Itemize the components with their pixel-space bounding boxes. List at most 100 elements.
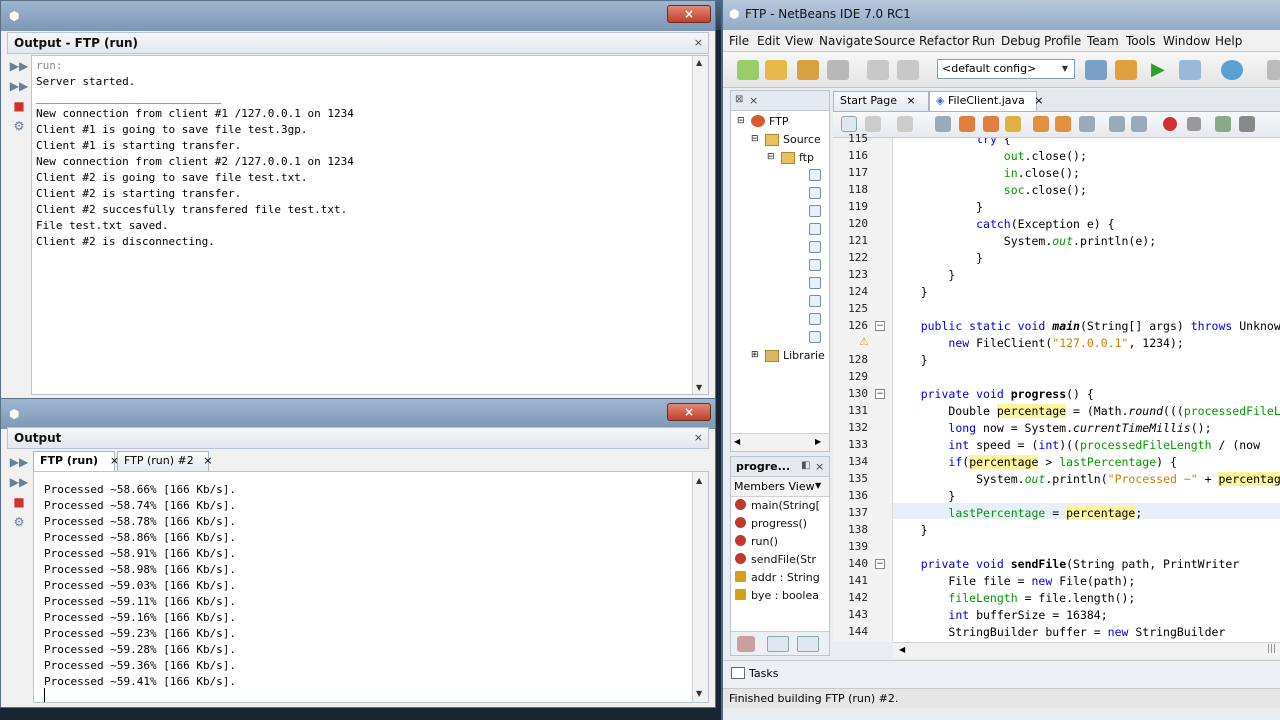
new-file-icon[interactable] <box>737 60 759 80</box>
chevron-down-icon[interactable]: ▼ <box>1058 62 1072 76</box>
build-icon[interactable] <box>1085 60 1107 80</box>
java-file-icon[interactable] <box>809 187 821 199</box>
source-packages-node[interactable]: Source <box>783 133 821 146</box>
menu-source[interactable]: Source <box>874 34 915 48</box>
libraries-node[interactable]: Librarie <box>783 349 825 362</box>
redo-icon[interactable] <box>897 60 919 80</box>
menu-edit[interactable]: Edit <box>757 34 780 48</box>
scroll-down-arrow-icon[interactable]: ▼ <box>696 383 702 392</box>
tasks-tab[interactable]: Tasks <box>749 667 778 680</box>
stop-icon[interactable]: ■ <box>9 97 29 115</box>
fold-toggle-icon[interactable]: − <box>875 559 885 569</box>
member-item[interactable]: run() <box>735 535 778 548</box>
minimize-icon[interactable]: ⊠ <box>735 94 743 105</box>
project-root[interactable]: FTP <box>769 115 789 128</box>
menu-view[interactable]: View <box>785 34 813 48</box>
config-select[interactable]: <default config> ▼ <box>937 59 1075 79</box>
scroll-down-arrow-icon[interactable]: ▼ <box>696 689 702 698</box>
chevron-down-icon[interactable]: ▼ <box>815 481 821 490</box>
warning-hint-icon[interactable]: ⚠ <box>859 335 869 348</box>
rerun-with-params-icon[interactable]: ▶▶ <box>9 77 29 95</box>
history-icon[interactable] <box>841 116 857 132</box>
tab-close-icon[interactable]: × <box>203 454 212 467</box>
horizontal-scrollbar[interactable]: ◀ ▶ <box>731 433 829 451</box>
menu-navigate[interactable]: Navigate <box>819 34 873 48</box>
menu-tools[interactable]: Tools <box>1126 34 1156 48</box>
scroll-left-arrow-icon[interactable]: ◀ <box>899 645 905 654</box>
panel-close-icon[interactable]: × <box>694 36 703 49</box>
java-file-icon[interactable] <box>809 331 821 343</box>
back-icon[interactable] <box>865 116 881 132</box>
java-file-icon[interactable] <box>809 223 821 235</box>
menu-refactor[interactable]: Refactor <box>919 34 969 48</box>
scroll-up-arrow-icon[interactable]: ▲ <box>696 476 702 485</box>
tab-close-icon[interactable]: × <box>907 94 916 107</box>
clean-build-icon[interactable] <box>1115 60 1137 80</box>
scroll-up-arrow-icon[interactable]: ▲ <box>696 58 702 67</box>
java-file-icon[interactable] <box>809 313 821 325</box>
member-item[interactable]: progress() <box>735 517 807 530</box>
tree-collapse-icon[interactable]: ⊟ <box>737 116 745 126</box>
member-item[interactable]: sendFile(Str <box>735 553 816 566</box>
shift-right-icon[interactable] <box>1131 116 1147 132</box>
menu-debug[interactable]: Debug <box>1001 34 1040 48</box>
minimize-icon[interactable]: ◧ <box>801 460 810 471</box>
vertical-scrollbar[interactable]: ▲ ▼ <box>692 56 708 394</box>
panel-close-icon[interactable]: × <box>815 460 824 473</box>
scroll-grip-icon[interactable]: ||| <box>1267 644 1276 654</box>
comment-icon[interactable] <box>1215 116 1231 132</box>
fold-toggle-icon[interactable]: − <box>875 321 885 331</box>
fold-toggle-icon[interactable]: − <box>875 389 885 399</box>
menu-window[interactable]: Window <box>1163 34 1210 48</box>
java-file-icon[interactable] <box>809 259 821 271</box>
package-node-ftp[interactable]: ftp <box>799 151 814 164</box>
settings-icon[interactable]: ⚙ <box>9 513 29 531</box>
output-console[interactable]: run: Server started. _____________________… <box>31 55 709 395</box>
profile-icon[interactable] <box>1221 60 1243 80</box>
find-icon[interactable] <box>935 116 951 132</box>
member-item[interactable]: main(String[ <box>735 499 820 512</box>
panel-close-icon[interactable]: × <box>694 431 703 444</box>
tab-start-page[interactable]: Start Page × <box>833 91 929 111</box>
filter-icon[interactable] <box>797 636 819 652</box>
java-file-icon[interactable] <box>809 295 821 307</box>
java-file-icon[interactable] <box>809 277 821 289</box>
filter-icon[interactable] <box>737 636 755 652</box>
code-area[interactable]: try { out.close(); in.close(); soc.close… <box>893 138 1280 642</box>
java-file-icon[interactable] <box>809 241 821 253</box>
shift-left-icon[interactable] <box>1109 116 1125 132</box>
rerun-icon[interactable]: ▶▶ <box>9 57 29 75</box>
scroll-right-arrow-icon[interactable]: ▶ <box>815 437 821 446</box>
record-macro-icon[interactable] <box>1163 117 1177 131</box>
tab-ftp-run-2[interactable]: FTP (run) #2 × <box>117 451 212 471</box>
menu-file[interactable]: File <box>729 34 749 48</box>
java-file-icon[interactable] <box>809 169 821 181</box>
tree-collapse-icon[interactable]: ⊟ <box>767 152 775 162</box>
vertical-scrollbar[interactable]: ▲ ▼ <box>692 472 708 702</box>
tree-expand-icon[interactable]: ⊞ <box>751 350 759 360</box>
settings-icon[interactable]: ⚙ <box>9 117 29 135</box>
member-item[interactable]: bye : boolea <box>735 589 819 602</box>
window-titlebar[interactable]: ⬢ × <box>1 399 715 429</box>
tab-fileclient-java[interactable]: ◈ FileClient.java × <box>929 91 1043 111</box>
uncomment-icon[interactable] <box>1239 116 1255 132</box>
rerun-with-params-icon[interactable]: ▶▶ <box>9 473 29 491</box>
forward-icon[interactable] <box>897 116 913 132</box>
tab-close-icon[interactable]: × <box>1034 94 1043 107</box>
members-view-select[interactable]: Members View ▼ <box>731 477 829 497</box>
java-file-icon[interactable] <box>809 205 821 217</box>
filter-icon[interactable] <box>767 636 789 652</box>
next-bookmark-icon[interactable] <box>1055 116 1071 132</box>
menu-profile[interactable]: Profile <box>1044 34 1081 48</box>
toggle-highlight-icon[interactable] <box>1005 116 1021 132</box>
toggle-bookmark-icon[interactable] <box>1079 116 1095 132</box>
window-titlebar[interactable]: ⬢ FTP - NetBeans IDE 7.0 RC1 <box>723 0 1280 30</box>
find-next-icon[interactable] <box>983 116 999 132</box>
run-icon[interactable]: ▶ <box>1151 60 1173 80</box>
undo-icon[interactable] <box>867 60 889 80</box>
stop-macro-icon[interactable] <box>1187 117 1201 131</box>
window-titlebar[interactable]: ⬢ × <box>1 1 715 31</box>
find-previous-icon[interactable] <box>959 116 975 132</box>
member-item[interactable]: addr : String <box>735 571 820 584</box>
menu-help[interactable]: Help <box>1215 34 1242 48</box>
